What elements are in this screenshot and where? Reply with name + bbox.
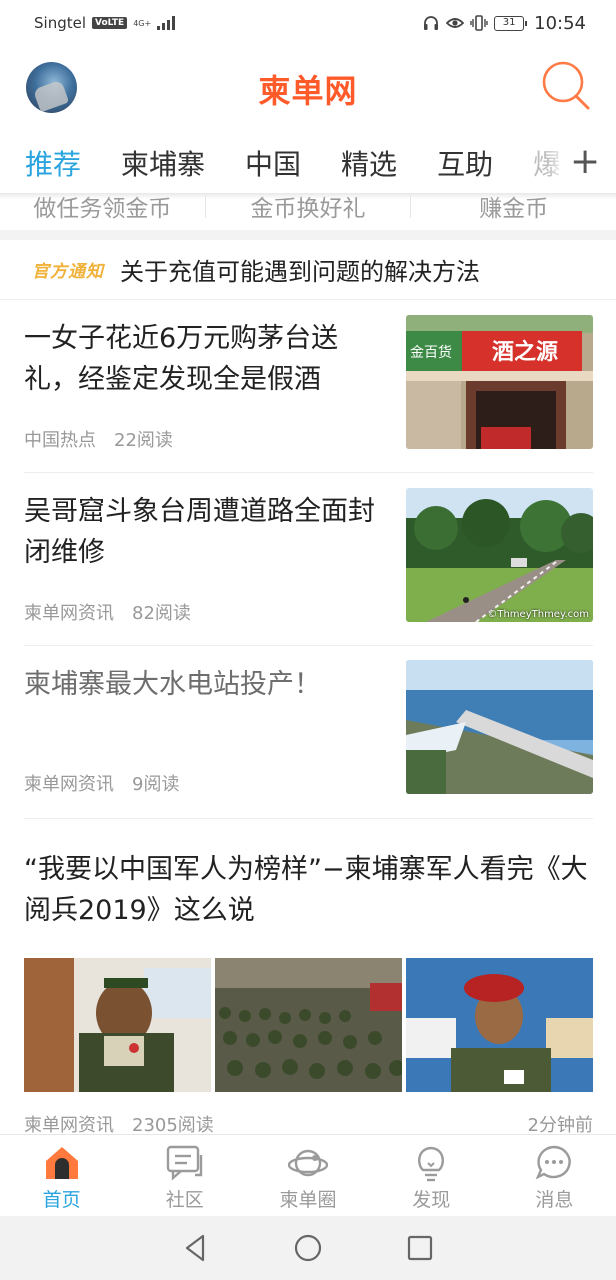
notice-text: 关于充值可能遇到问题的解决方法 — [120, 258, 480, 286]
app-header: 柬单网 — [0, 46, 616, 132]
news-reads: 22阅读 — [114, 430, 173, 451]
carrier-name: Singtel — [34, 14, 86, 32]
news-meta: 柬单网资讯 82阅读 — [24, 599, 191, 625]
news-reads: 82阅读 — [132, 603, 191, 624]
news-source: 柬单网资讯 — [24, 1115, 114, 1136]
news-item[interactable]: 柬埔寨最大水电站投产！ 柬单网资讯 9阅读 — [24, 646, 593, 818]
section-separator — [0, 230, 616, 240]
nav-circle[interactable]: 柬单圈 — [246, 1135, 369, 1216]
status-bar: Singtel VoLTE 4G+ 31 10:54 — [0, 0, 616, 46]
tab-cambodia[interactable]: 柬埔寨 — [121, 143, 205, 183]
news-thumbnail — [406, 660, 593, 794]
news-title: 吴哥窟斗象台周遭道路全面封闭维修 — [24, 496, 375, 568]
shop-sign-left: 金百货 — [410, 344, 452, 361]
system-nav-bar — [0, 1216, 616, 1280]
road-image — [406, 488, 593, 622]
news-title: 一女子花近6万元购茅台送礼，经鉴定发现全是假酒 — [24, 323, 339, 395]
tab-hot[interactable]: 爆 — [533, 143, 559, 183]
app-title: 柬单网 — [258, 72, 358, 110]
eye-icon — [446, 18, 465, 28]
news-thumbnail: 金百货 酒之源 — [406, 315, 593, 449]
vibrate-icon — [470, 15, 488, 31]
news-title: 柬埔寨最大水电站投产！ — [24, 669, 321, 700]
message-icon — [536, 1145, 572, 1180]
notice-tag: 官方通知 — [32, 262, 104, 282]
nav-discover[interactable]: 发现 — [370, 1135, 493, 1216]
network-type: 4G+ — [133, 18, 152, 28]
news-image-soldiers — [215, 958, 402, 1092]
news-item[interactable]: 吴哥窟斗象台周遭道路全面封闭维修 柬单网资讯 82阅读 ©ThmeyThmey.c… — [24, 473, 593, 645]
news-image-officer — [406, 958, 593, 1092]
bottom-nav: 首页 社区 柬单圈 发现 消息 — [0, 1134, 616, 1216]
coin-links: 做任务领金币 金币换好礼 赚金币 — [0, 194, 616, 230]
news-item[interactable]: 一女子花近6万元购茅台送礼，经鉴定发现全是假酒 中国热点 22阅读 金百货 酒之源 — [24, 300, 593, 472]
planet-icon — [288, 1149, 328, 1177]
shop-sign-right: 酒之源 — [492, 339, 558, 365]
recents-icon[interactable] — [405, 1233, 435, 1263]
nav-community[interactable]: 社区 — [123, 1135, 246, 1216]
official-notice[interactable]: 官方通知 关于充值可能遇到问题的解决方法 — [0, 240, 616, 300]
signal-icon — [157, 16, 176, 30]
nav-messages[interactable]: 消息 — [493, 1135, 616, 1216]
tab-mutual-help[interactable]: 互助 — [437, 143, 493, 183]
news-source: 柬单网资讯 — [24, 774, 114, 795]
clock: 10:54 — [534, 12, 586, 34]
headphones-icon — [424, 16, 439, 30]
add-tab-button[interactable]: + — [570, 142, 600, 182]
status-right: 31 10:54 — [422, 13, 586, 34]
nav-label: 消息 — [535, 1189, 574, 1211]
nav-label: 首页 — [42, 1189, 81, 1211]
news-meta: 柬单网资讯 9阅读 — [24, 770, 179, 796]
tab-china[interactable]: 中国 — [245, 143, 301, 183]
image-watermark: ©ThmeyThmey.com — [487, 609, 589, 620]
back-icon[interactable] — [181, 1233, 211, 1263]
nav-label: 社区 — [165, 1189, 204, 1211]
news-source: 中国热点 — [24, 430, 96, 451]
news-image-general — [24, 958, 211, 1092]
nav-label: 柬单圈 — [279, 1189, 337, 1211]
nav-label: 发现 — [412, 1189, 451, 1211]
status-left: Singtel VoLTE 4G+ — [34, 14, 176, 32]
news-thumbnail: ©ThmeyThmey.com — [406, 488, 593, 622]
tab-featured[interactable]: 精选 — [341, 143, 397, 183]
news-reads: 2305阅读 — [132, 1115, 214, 1136]
news-reads: 9阅读 — [132, 774, 180, 795]
tab-recommend[interactable]: 推荐 — [25, 143, 81, 183]
volte-badge: VoLTE — [92, 17, 128, 29]
news-meta: 中国热点 22阅读 — [24, 426, 173, 452]
search-icon[interactable] — [538, 58, 594, 114]
bulb-icon — [418, 1146, 445, 1182]
category-tabs: 推荐 柬埔寨 中国 精选 互助 爆 + — [0, 132, 616, 194]
news-title: “我要以中国军人为榜样”−柬埔寨军人看完《大阅兵2019》这么说 — [24, 854, 588, 926]
news-source: 柬单网资讯 — [24, 603, 114, 624]
home-icon — [45, 1147, 78, 1179]
battery-icon: 31 — [494, 15, 528, 31]
tabs-shadow — [0, 193, 616, 199]
home-circle-icon[interactable] — [293, 1233, 323, 1263]
nav-home[interactable]: 首页 — [0, 1135, 123, 1216]
chat-icon — [166, 1145, 202, 1181]
